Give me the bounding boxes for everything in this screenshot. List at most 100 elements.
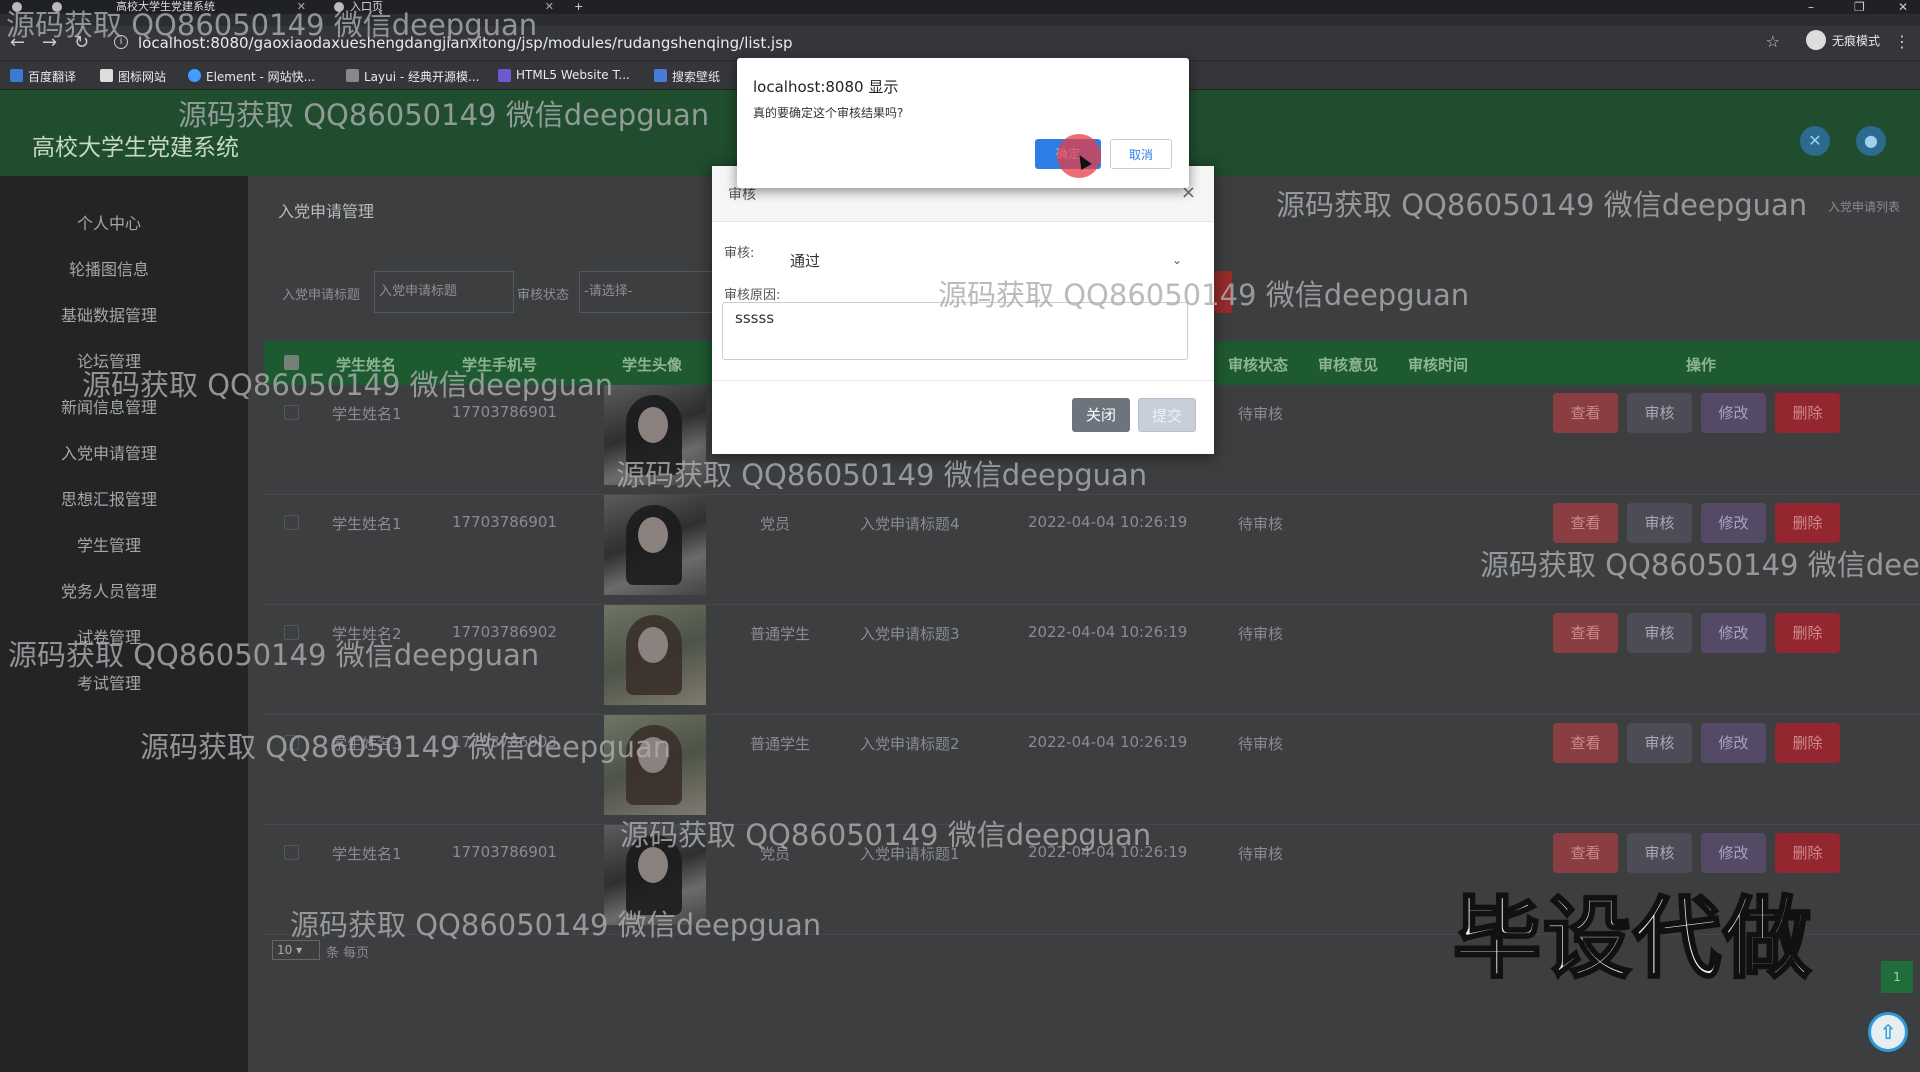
modal-divider: [712, 380, 1214, 381]
user-icon[interactable]: ●: [1856, 126, 1886, 156]
sidebar-item-thought-report[interactable]: 思想汇报管理: [0, 486, 218, 510]
sidebar-item-personal-center[interactable]: 个人中心: [0, 210, 218, 234]
delete-button[interactable]: 删除: [1775, 723, 1840, 763]
audit-status: 待审核: [1238, 625, 1284, 643]
student-name: 学生姓名1: [332, 845, 402, 863]
view-button[interactable]: 查看: [1553, 833, 1618, 873]
minimize-button[interactable]: –: [1808, 0, 1814, 14]
student-avatar: [604, 495, 706, 595]
watermark: 源码获取 QQ86050149 微信deepguan: [82, 368, 614, 402]
incognito-label: 无痕模式: [1831, 34, 1880, 48]
watermark: 源码获取 QQ86050149 微信deepguan: [938, 278, 1470, 312]
edit-button[interactable]: 修改: [1701, 393, 1766, 433]
element-icon: [188, 69, 201, 82]
student-role: 党员: [760, 515, 791, 533]
watermark: 源码获取 QQ86050149 微信deepguan: [620, 818, 1152, 852]
application-title: 入党申请标题3: [860, 625, 960, 643]
view-button[interactable]: 查看: [1553, 503, 1618, 543]
audit-button[interactable]: 审核: [1627, 613, 1692, 653]
watermark: 源码获取 QQ86050149 微信deepguan: [1276, 188, 1808, 222]
watermark: 源码获取 QQ86050149 微信deepguan: [6, 8, 538, 42]
overlay-stamp-text: 毕设代做: [1451, 886, 1814, 992]
sidebar: 个人中心 轮播图信息 基础数据管理 论坛管理 新闻信息管理 入党申请管理 思想汇…: [0, 176, 248, 1072]
search-title-input[interactable]: 入党申请标题: [374, 271, 514, 313]
view-button[interactable]: 查看: [1553, 723, 1618, 763]
sidebar-item-carousel[interactable]: 轮播图信息: [0, 256, 218, 280]
bookmark-label: Element - 网站快...: [206, 70, 316, 84]
bookmark-item[interactable]: 百度翻译: [10, 68, 76, 85]
tab-close-icon[interactable]: ✕: [545, 0, 554, 14]
audit-button[interactable]: 审核: [1627, 393, 1692, 433]
view-button[interactable]: 查看: [1553, 613, 1618, 653]
new-tab-button[interactable]: +: [574, 0, 583, 14]
audit-status-label: 审核:: [724, 246, 755, 261]
audit-status-value: 通过: [790, 252, 821, 270]
edit-button[interactable]: 修改: [1701, 723, 1766, 763]
search-status-select[interactable]: -请选择-: [579, 271, 729, 313]
application-time: 2022-04-04 10:26:19: [1028, 733, 1188, 751]
edit-button[interactable]: 修改: [1701, 833, 1766, 873]
bookmark-label: 搜索壁纸: [672, 70, 721, 84]
student-phone: 17703786901: [452, 513, 557, 531]
submit-button[interactable]: 提交: [1138, 398, 1196, 432]
sidebar-item-staff[interactable]: 党务人员管理: [0, 578, 218, 602]
edit-button[interactable]: 修改: [1701, 503, 1766, 543]
back-to-top-icon[interactable]: ⇧: [1868, 1012, 1908, 1052]
fullscreen-icon[interactable]: ✕: [1800, 126, 1830, 156]
row-checkbox[interactable]: [284, 845, 299, 860]
close-button[interactable]: 关闭: [1072, 398, 1130, 432]
delete-button[interactable]: 删除: [1775, 833, 1840, 873]
window-close-button[interactable]: ✕: [1898, 0, 1908, 14]
student-role: 普通学生: [750, 625, 811, 643]
watermark: 源码获取 QQ86050149 微信deepguan: [178, 98, 710, 132]
audit-status: 待审核: [1238, 515, 1284, 533]
audit-status: 待审核: [1238, 405, 1284, 423]
watermark: 源码获取 QQ86050149 微信deepguan: [8, 638, 540, 672]
view-button[interactable]: 查看: [1553, 393, 1618, 433]
delete-button[interactable]: 删除: [1775, 503, 1840, 543]
bookmark-item[interactable]: Element - 网站快...: [188, 68, 315, 85]
sidebar-item-basic-data[interactable]: 基础数据管理: [0, 302, 218, 326]
page-size-label: 条 每页: [326, 946, 370, 961]
bookmark-item[interactable]: Layui - 经典开源模...: [346, 68, 479, 85]
watermark: 源码获取 QQ86050149 微信deepguan: [290, 908, 822, 942]
browser-menu-icon[interactable]: ⋮: [1894, 32, 1910, 51]
audit-status: 待审核: [1238, 735, 1284, 753]
student-phone: 17703786901: [452, 403, 557, 421]
watermark: 源码获取 QQ86050149 微信deepguan: [140, 730, 672, 764]
wallpaper-icon: [654, 69, 667, 82]
column-actions: 操作: [1686, 356, 1717, 374]
page-number-button[interactable]: 1: [1881, 961, 1913, 993]
confirm-dialog-title: localhost:8080 显示: [753, 78, 899, 96]
incognito-indicator[interactable]: 无痕模式: [1805, 30, 1880, 50]
application-time: 2022-04-04 10:26:19: [1028, 623, 1188, 641]
sidebar-item-party-application[interactable]: 入党申请管理: [0, 440, 218, 464]
breadcrumb[interactable]: 入党申请列表: [1828, 198, 1900, 215]
html5-icon: [498, 69, 511, 82]
bookmark-star-icon[interactable]: ☆: [1766, 32, 1780, 51]
maximize-button[interactable]: ❐: [1854, 0, 1865, 14]
bookmark-label: HTML5 Website T...: [516, 68, 630, 82]
audit-button[interactable]: 审核: [1627, 503, 1692, 543]
audit-button[interactable]: 审核: [1627, 833, 1692, 873]
flag-icon: [100, 69, 113, 82]
confirm-cancel-button[interactable]: 取消: [1110, 139, 1172, 169]
audit-button[interactable]: 审核: [1627, 723, 1692, 763]
edit-button[interactable]: 修改: [1701, 613, 1766, 653]
student-phone: 17703786901: [452, 843, 557, 861]
bookmark-item[interactable]: 搜索壁纸: [654, 68, 720, 85]
row-checkbox[interactable]: [284, 515, 299, 530]
audit-status: 待审核: [1238, 845, 1284, 863]
watermark: 源码获取 QQ86050149 微信deepguan: [616, 458, 1148, 492]
bookmark-item[interactable]: 图标网站: [100, 68, 166, 85]
bookmark-item[interactable]: HTML5 Website T...: [498, 68, 630, 82]
student-role: 普通学生: [750, 735, 811, 753]
bookmark-label: Layui - 经典开源模...: [364, 70, 480, 84]
student-name: 学生姓名1: [332, 405, 402, 423]
delete-button[interactable]: 删除: [1775, 393, 1840, 433]
incognito-icon: [1805, 30, 1826, 50]
row-checkbox[interactable]: [284, 405, 299, 420]
sidebar-item-students[interactable]: 学生管理: [0, 532, 218, 556]
application-title: 入党申请标题4: [860, 515, 960, 533]
delete-button[interactable]: 删除: [1775, 613, 1840, 653]
